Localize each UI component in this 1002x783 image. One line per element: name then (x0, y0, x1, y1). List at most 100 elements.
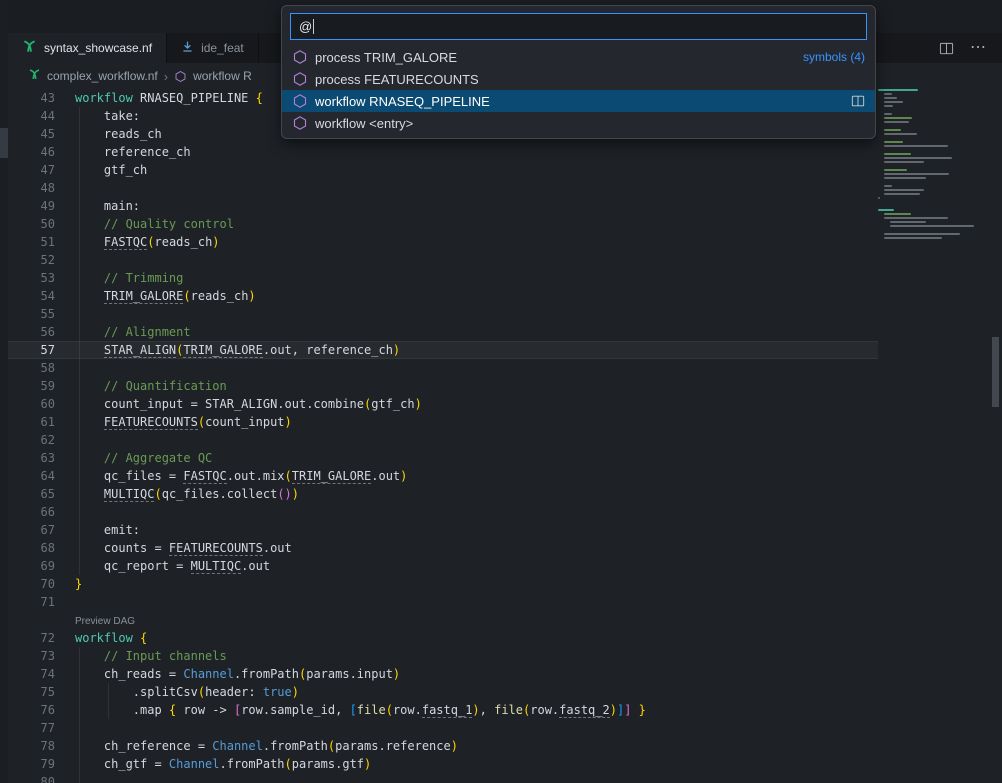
code-line[interactable]: 73 // Input channels (8, 647, 878, 665)
code-line[interactable]: 76 .map { row -> [row.sample_id, [file(r… (8, 701, 878, 719)
code-line[interactable]: 47 gtf_ch (8, 161, 878, 179)
code-line[interactable]: 71 (8, 593, 878, 611)
line-number: 52 (8, 251, 55, 269)
split-editor-icon[interactable] (939, 41, 954, 56)
line-number: 76 (8, 701, 55, 719)
palette-item[interactable]: workflow RNASEQ_PIPELINE (282, 90, 875, 112)
quick-open-input[interactable]: @ (290, 13, 867, 40)
code-line[interactable]: 53 // Trimming (8, 269, 878, 287)
code-line[interactable]: 63 // Aggregate QC (8, 449, 878, 467)
vscode-window: syntax_showcase.nf ide_feat ⋯ (0, 0, 1002, 783)
editor[interactable]: 43workflow RNASEQ_PIPELINE {44 take:45 r… (8, 89, 1002, 783)
code-line[interactable]: 75 .splitCsv(header: true) (8, 683, 878, 701)
query-text: @ (299, 19, 312, 34)
indent-guide (79, 503, 80, 521)
code-line[interactable]: 80 (8, 773, 878, 783)
symbol-icon (292, 71, 308, 87)
line-number: 47 (8, 161, 55, 179)
open-to-side-icon[interactable] (851, 94, 865, 108)
line-number: 62 (8, 431, 55, 449)
symbol-icon (174, 70, 187, 83)
code-line[interactable]: 72workflow { (8, 629, 878, 647)
code-lines: 43workflow RNASEQ_PIPELINE {44 take:45 r… (8, 89, 878, 783)
codelens-link[interactable]: Preview DAG (75, 616, 135, 627)
tab-syntax-showcase[interactable]: syntax_showcase.nf (8, 33, 167, 63)
code-line[interactable]: 54 TRIM_GALORE(reads_ch) (8, 287, 878, 305)
line-number: 63 (8, 449, 55, 467)
line-number: 59 (8, 377, 55, 395)
line-number: 79 (8, 755, 55, 773)
line-number: 49 (8, 197, 55, 215)
code-line[interactable]: 70} (8, 575, 878, 593)
breadcrumb-file[interactable]: complex_workflow.nf (47, 69, 158, 83)
code-line[interactable]: 68 counts = FEATURECOUNTS.out (8, 539, 878, 557)
code-line[interactable]: 51 FASTQC(reads_ch) (8, 233, 878, 251)
code-line[interactable]: 52 (8, 251, 878, 269)
code-line[interactable]: 56 // Alignment (8, 323, 878, 341)
symbol-icon (292, 49, 308, 65)
line-number: 64 (8, 467, 55, 485)
line-number: 57 (8, 341, 55, 359)
palette-list: process TRIM_GALOREsymbols (4)process FE… (282, 46, 875, 134)
palette-item[interactable]: process FEATURECOUNTS (282, 68, 875, 90)
code-line[interactable]: 78 ch_reference = Channel.fromPath(param… (8, 737, 878, 755)
line-number: 78 (8, 737, 55, 755)
line-number: 55 (8, 305, 55, 323)
line-number: 73 (8, 647, 55, 665)
line-number: 69 (8, 557, 55, 575)
chevron-right-icon: › (164, 69, 168, 84)
code-line[interactable]: 66 (8, 503, 878, 521)
line-number: 77 (8, 719, 55, 737)
line-number: 50 (8, 215, 55, 233)
code-line[interactable]: 79 ch_gtf = Channel.fromPath(params.gtf) (8, 755, 878, 773)
left-sash[interactable] (0, 0, 8, 783)
line-number: 74 (8, 665, 55, 683)
line-number: 46 (8, 143, 55, 161)
line-number: 66 (8, 503, 55, 521)
line-number: 45 (8, 125, 55, 143)
code-line[interactable]: 57 STAR_ALIGN(TRIM_GALORE.out, reference… (8, 341, 878, 359)
palette-item[interactable]: process TRIM_GALOREsymbols (4) (282, 46, 875, 68)
line-number: 58 (8, 359, 55, 377)
code-line[interactable]: 74 ch_reads = Channel.fromPath(params.in… (8, 665, 878, 683)
code-line[interactable]: 77 (8, 719, 878, 737)
line-number: 60 (8, 395, 55, 413)
code-line[interactable]: 61 FEATURECOUNTS(count_input) (8, 413, 878, 431)
scrollbar-thumb[interactable] (992, 337, 999, 407)
code-line[interactable]: 48 (8, 179, 878, 197)
code-line[interactable]: 65 MULTIQC(qc_files.collect()) (8, 485, 878, 503)
tab-label: ide_feat (201, 41, 244, 55)
code-line[interactable]: 58 (8, 359, 878, 377)
line-number: 75 (8, 683, 55, 701)
symbol-icon (292, 93, 308, 109)
symbol-icon (292, 115, 308, 131)
minimap[interactable] (878, 89, 968, 783)
code-line[interactable]: 64 qc_files = FASTQC.out.mix(TRIM_GALORE… (8, 467, 878, 485)
code-line[interactable]: 60 count_input = STAR_ALIGN.out.combine(… (8, 395, 878, 413)
codelens-row[interactable]: Preview DAG (8, 611, 878, 629)
left-sash-handle[interactable] (0, 128, 8, 158)
code-line[interactable]: 69 qc_report = MULTIQC.out (8, 557, 878, 575)
line-number: 80 (8, 773, 55, 783)
code-line[interactable]: 55 (8, 305, 878, 323)
tab-label: syntax_showcase.nf (44, 41, 152, 55)
indent-guide (79, 773, 80, 783)
indent-guide (79, 359, 80, 377)
code-line[interactable]: 59 // Quantification (8, 377, 878, 395)
quick-open-palette: @ process TRIM_GALOREsymbols (4)process … (281, 5, 876, 139)
vertical-scrollbar[interactable] (988, 89, 1002, 783)
line-number: 54 (8, 287, 55, 305)
download-arrow-icon (181, 40, 194, 56)
code-line[interactable]: 67 emit: (8, 521, 878, 539)
symbols-count-badge: symbols (4) (803, 50, 865, 64)
tab-ide-features[interactable]: ide_feat (167, 33, 259, 63)
line-number: 61 (8, 413, 55, 431)
code-line[interactable]: 62 (8, 431, 878, 449)
code-line[interactable]: 46 reference_ch (8, 143, 878, 161)
breadcrumb-symbol[interactable]: workflow R (193, 69, 252, 83)
code-line[interactable]: 49 main: (8, 197, 878, 215)
code-line[interactable]: 50 // Quality control (8, 215, 878, 233)
palette-item[interactable]: workflow <entry> (282, 112, 875, 134)
line-number: 56 (8, 323, 55, 341)
more-actions-icon[interactable]: ⋯ (970, 40, 986, 56)
